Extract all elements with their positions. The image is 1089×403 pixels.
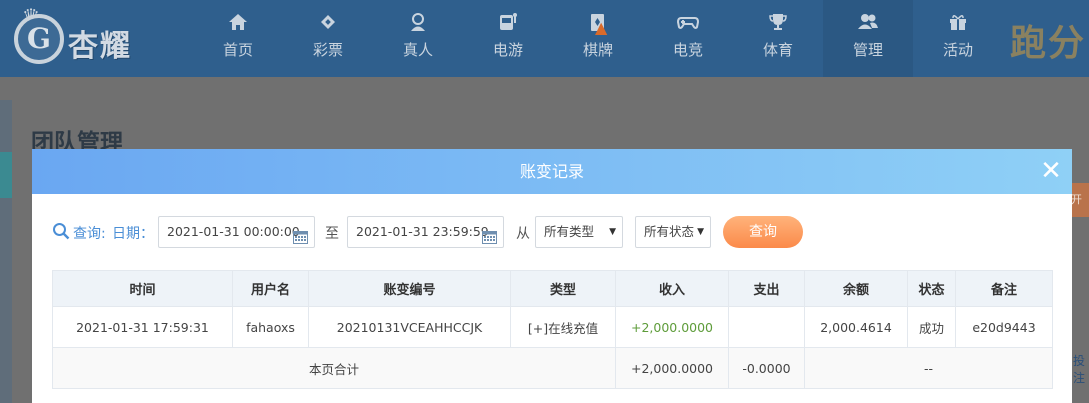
gamepad-icon bbox=[643, 12, 733, 38]
col-header-expense: 支出 bbox=[728, 270, 805, 307]
close-icon: ✕ bbox=[1040, 156, 1062, 186]
logo-emblem: G bbox=[14, 14, 64, 64]
chevron-down-icon: ▼ bbox=[697, 227, 704, 237]
nav-label: 电竞 bbox=[672, 41, 703, 59]
date-label: 日期： bbox=[112, 226, 154, 242]
trophy-icon bbox=[733, 12, 823, 38]
transaction-records-modal: 账变记录 ✕ 查询: 日期： 2021-01-31 00:00:00 至 202… bbox=[32, 149, 1072, 403]
cell-username: fahaoxs bbox=[232, 306, 309, 348]
end-date-input[interactable]: 2021-01-31 23:59:59 bbox=[347, 216, 504, 248]
col-header-status: 状态 bbox=[907, 270, 956, 307]
modal-title: 账变记录 bbox=[519, 162, 584, 181]
end-date-value: 2021-01-31 23:59:59 bbox=[356, 224, 489, 239]
table-row: 2021-01-31 17:59:31 fahaoxs 20210131VCEA… bbox=[52, 306, 1053, 348]
nav-item-sports[interactable]: 体育 bbox=[733, 0, 823, 77]
col-header-income: 收入 bbox=[615, 270, 729, 307]
cell-time: 2021-01-31 17:59:31 bbox=[52, 306, 233, 348]
nav-label: 棋牌 bbox=[582, 41, 613, 59]
nav-label: 活动 bbox=[942, 41, 973, 59]
table-total-row: 本页合计 +2,000.0000 -0.0000 -- bbox=[52, 347, 1053, 389]
nav-item-esports[interactable]: 电竞 bbox=[643, 0, 733, 77]
calendar-icon[interactable] bbox=[482, 225, 497, 244]
nav-item-promotions[interactable]: 活动 bbox=[913, 0, 1003, 77]
nav-label: 首页 bbox=[222, 41, 253, 59]
total-label: 本页合计 bbox=[52, 347, 616, 389]
slot-machine-icon bbox=[463, 12, 553, 38]
nav-label: 真人 bbox=[402, 41, 433, 59]
promo-edge-text[interactable]: 跑分 bbox=[1010, 14, 1086, 66]
cell-type: [+]在线充值 bbox=[510, 306, 616, 348]
right-side-tab[interactable]: 开户 bbox=[1071, 183, 1089, 217]
chevron-down-icon: ▼ bbox=[609, 227, 616, 237]
transactions-table: 时间 用户名 账变编号 类型 收入 支出 余额 状态 备注 2021-01-31… bbox=[52, 270, 1053, 389]
nav-item-management[interactable]: 管理 bbox=[823, 0, 913, 77]
nav-item-home[interactable]: 首页 bbox=[193, 0, 283, 77]
type-select[interactable]: 所有类型 ▼ bbox=[535, 216, 623, 248]
flame-icon: ▲ bbox=[595, 18, 608, 37]
col-header-username: 用户名 bbox=[232, 270, 309, 307]
site-logo[interactable]: ♛ G 杏耀 bbox=[10, 4, 180, 70]
type-select-value: 所有类型 bbox=[544, 224, 595, 239]
logo-text: 杏耀 bbox=[68, 29, 132, 64]
users-icon bbox=[823, 12, 913, 38]
side-strip bbox=[0, 100, 12, 403]
right-side-link[interactable]: 投注 bbox=[1073, 352, 1089, 386]
main-nav: 首页 彩票 真人 电游 ▲ 棋牌 电竞 体育 管理 活动 bbox=[193, 0, 1003, 77]
col-header-time: 时间 bbox=[52, 270, 233, 307]
calendar-icon[interactable] bbox=[293, 225, 308, 244]
query-bar: 查询: 日期： 2021-01-31 00:00:00 至 2021-01-31… bbox=[32, 215, 1072, 249]
start-date-value: 2021-01-31 00:00:00 bbox=[167, 224, 300, 239]
cell-serial: 20210131VCEAHHCCJK bbox=[308, 306, 511, 348]
col-header-remark: 备注 bbox=[955, 270, 1053, 307]
cell-remark: e20d9443 bbox=[955, 306, 1053, 348]
dealer-icon bbox=[373, 12, 463, 38]
nav-item-live[interactable]: 真人 bbox=[373, 0, 463, 77]
ticket-icon bbox=[283, 12, 373, 38]
col-header-serial: 账变编号 bbox=[308, 270, 511, 307]
total-status: -- bbox=[804, 347, 1053, 389]
gift-icon bbox=[913, 12, 1003, 38]
col-header-type: 类型 bbox=[510, 270, 616, 307]
from-label: 从 bbox=[516, 226, 530, 242]
total-expense: -0.0000 bbox=[728, 347, 805, 389]
cell-status: 成功 bbox=[907, 306, 956, 348]
total-income: +2,000.0000 bbox=[615, 347, 729, 389]
status-select[interactable]: 所有状态 ▼ bbox=[635, 216, 711, 248]
top-nav-bar: ♛ G 杏耀 首页 彩票 真人 电游 bbox=[0, 0, 1089, 77]
start-date-input[interactable]: 2021-01-31 00:00:00 bbox=[158, 216, 315, 248]
search-icon bbox=[52, 222, 72, 242]
nav-item-lottery[interactable]: 彩票 bbox=[283, 0, 373, 77]
nav-label: 彩票 bbox=[312, 41, 343, 59]
cell-income: +2,000.0000 bbox=[615, 306, 729, 348]
close-button[interactable]: ✕ bbox=[1038, 158, 1064, 184]
nav-label: 管理 bbox=[852, 41, 883, 59]
search-button[interactable]: 查询 bbox=[723, 216, 803, 248]
nav-label: 电游 bbox=[492, 41, 523, 59]
to-label: 至 bbox=[325, 226, 339, 242]
home-icon bbox=[193, 12, 283, 38]
col-header-balance: 余额 bbox=[804, 270, 908, 307]
nav-label: 体育 bbox=[762, 41, 793, 59]
table-header-row: 时间 用户名 账变编号 类型 收入 支出 余额 状态 备注 bbox=[52, 270, 1053, 307]
cell-expense bbox=[728, 306, 805, 348]
nav-item-chess[interactable]: ▲ 棋牌 bbox=[553, 0, 643, 77]
status-select-value: 所有状态 bbox=[644, 224, 695, 239]
cell-balance: 2,000.4614 bbox=[804, 306, 908, 348]
query-label: 查询: bbox=[73, 226, 106, 242]
nav-item-slots[interactable]: 电游 bbox=[463, 0, 553, 77]
